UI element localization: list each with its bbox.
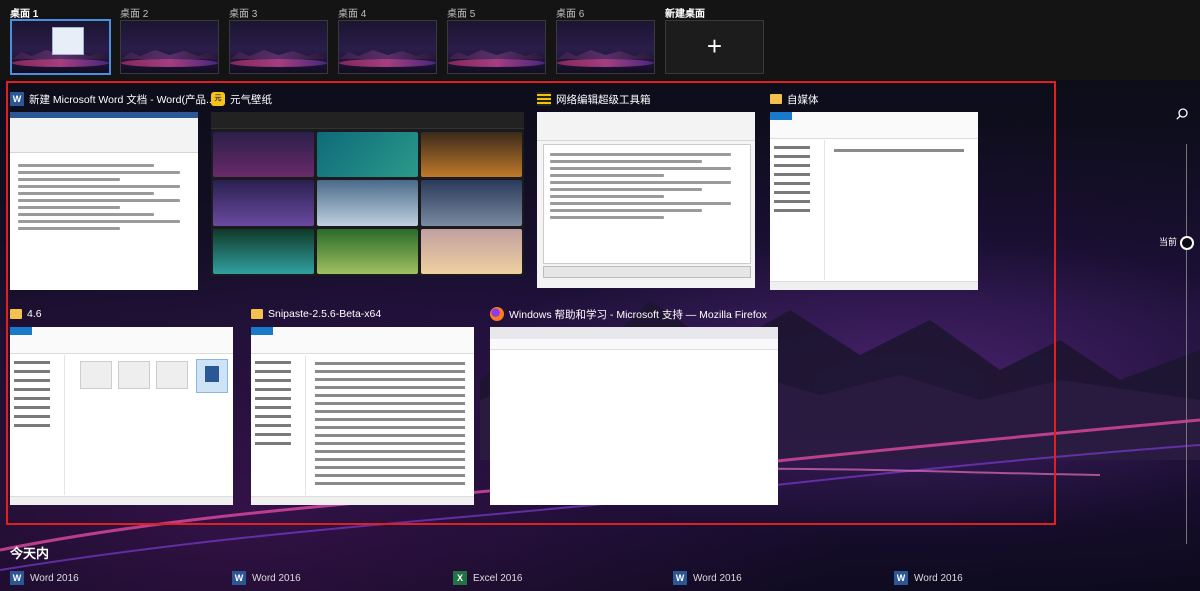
folder-icon [770, 94, 782, 104]
desktop-4-thumbnail[interactable] [338, 20, 437, 74]
window-card-word[interactable]: W 新建 Microsoft Word 文档 - Word(产品... [10, 90, 215, 290]
window-title: 元气壁纸 [230, 93, 272, 106]
window-card-yuanqi[interactable]: 元 元气壁纸 [211, 90, 526, 290]
desktop-6-thumbnail[interactable] [556, 20, 655, 74]
window-preview [211, 112, 524, 276]
window-title: 新建 Microsoft Word 文档 - Word(产品... [29, 93, 215, 106]
window-title: 自媒体 [787, 93, 819, 106]
desktop-4-label: 桌面 4 [338, 9, 367, 20]
activity-label: Word 2016 [30, 572, 79, 584]
activity-item[interactable]: X Excel 2016 [453, 570, 522, 586]
desktop-3-label: 桌面 3 [229, 9, 258, 20]
window-card-zimeiti[interactable]: 自媒体 [770, 90, 980, 290]
activity-label: Word 2016 [693, 572, 742, 584]
desktop-1-label: 桌面 1 [10, 9, 39, 20]
window-title: 4.6 [27, 308, 42, 320]
window-card-snipaste[interactable]: Snipaste-2.5.6-Beta-x64 [251, 305, 476, 505]
window-preview [10, 112, 198, 290]
activity-label: Excel 2016 [473, 572, 523, 584]
activity-label: Word 2016 [252, 572, 301, 584]
word-icon: W [10, 92, 24, 106]
timeline-current-marker[interactable] [1180, 236, 1194, 250]
desktop-3-thumbnail[interactable] [229, 20, 328, 74]
toolbox-icon [537, 92, 551, 106]
virtual-desktop-bar: 桌面 1 桌面 2 桌面 3 桌面 4 桌面 5 桌面 6 新建桌面 + [0, 0, 1200, 80]
firefox-icon [490, 307, 504, 321]
plus-icon: + [706, 31, 723, 61]
window-title: Windows 帮助和学习 - Microsoft 支持 — Mozilla F… [509, 308, 767, 321]
window-preview [251, 327, 474, 505]
window-preview [490, 327, 778, 505]
folder-icon [251, 309, 263, 319]
search-icon[interactable] [1176, 108, 1188, 120]
excel-icon: X [453, 571, 467, 585]
desktop-6-label: 桌面 6 [556, 9, 585, 20]
activity-label: Word 2016 [914, 572, 963, 584]
activity-item[interactable]: W Word 2016 [673, 570, 742, 586]
window-title: 网络编辑超级工具箱 [556, 93, 651, 106]
timeline-current-label: 当前 [1159, 237, 1178, 247]
desktop-2-label: 桌面 2 [120, 9, 149, 20]
word-icon: W [10, 571, 24, 585]
timeline-track [1186, 144, 1187, 544]
window-preview [537, 112, 755, 288]
word-icon: W [894, 571, 908, 585]
yuanqi-icon: 元 [211, 92, 225, 106]
desktop-5-label: 桌面 5 [447, 9, 476, 20]
word-icon: W [673, 571, 687, 585]
section-heading-today: 今天内 [10, 546, 50, 561]
activity-item[interactable]: W Word 2016 [10, 570, 79, 586]
folder-icon [10, 309, 22, 319]
window-title: Snipaste-2.5.6-Beta-x64 [268, 308, 382, 320]
new-desktop-label: 新建桌面 [665, 9, 705, 20]
activity-item[interactable]: W Word 2016 [232, 570, 301, 586]
word-icon: W [232, 571, 246, 585]
window-card-4-6[interactable]: 4.6 [10, 305, 235, 505]
desktop-2-thumbnail[interactable] [120, 20, 219, 74]
window-preview [10, 327, 233, 505]
window-card-firefox[interactable]: Windows 帮助和学习 - Microsoft 支持 — Mozilla F… [490, 305, 780, 505]
desktop-5-thumbnail[interactable] [447, 20, 546, 74]
desktop-1-thumbnail[interactable] [10, 19, 111, 75]
timeline: 当前 [1159, 100, 1200, 550]
new-desktop-button[interactable]: + [665, 20, 764, 74]
activity-item[interactable]: W Word 2016 [894, 570, 963, 586]
window-preview [770, 112, 978, 290]
window-card-toolbox[interactable]: 网络编辑超级工具箱 [537, 90, 757, 290]
